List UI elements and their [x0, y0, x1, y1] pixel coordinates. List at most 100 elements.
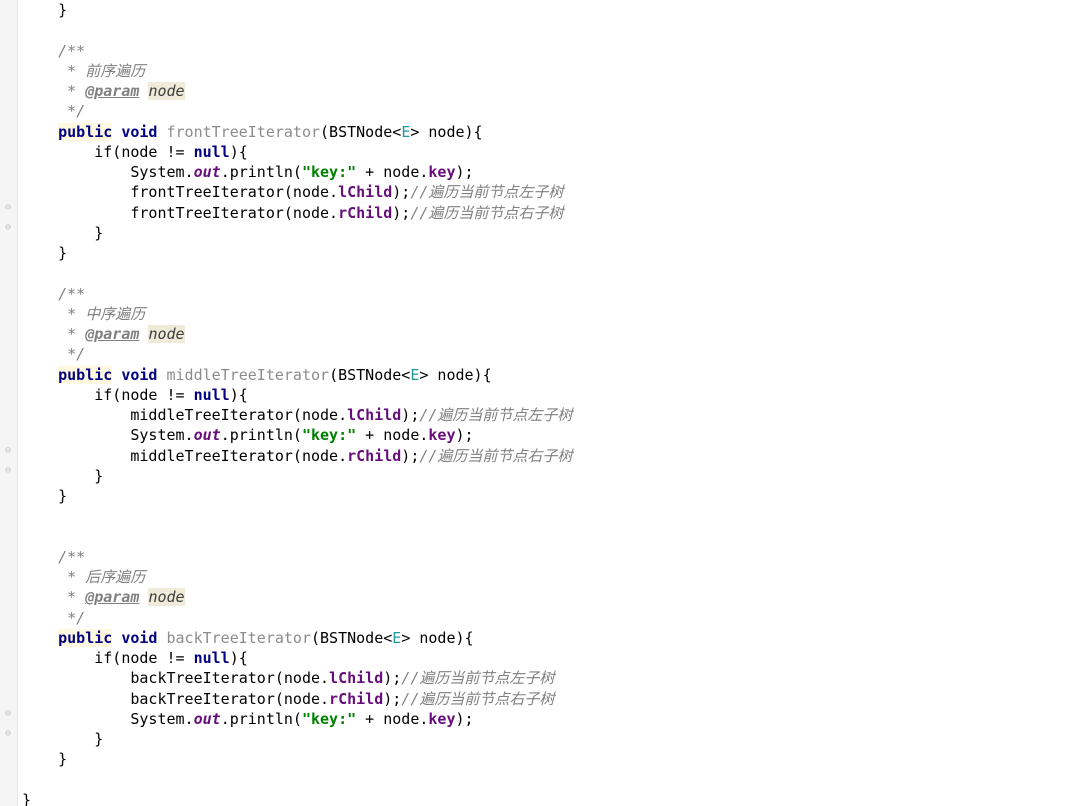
code-text: .println(: [221, 710, 302, 728]
field-rchild: rChild: [338, 204, 392, 222]
code-text: (BSTNode<: [329, 366, 410, 384]
code-text: );: [456, 163, 474, 181]
javadoc-param-name: node: [148, 588, 184, 606]
code-text: middleTreeIterator(node.: [22, 406, 347, 424]
code-text: .println(: [221, 163, 302, 181]
javadoc-param-tag: @param: [85, 325, 139, 343]
code-text: backTreeIterator(node.: [22, 669, 329, 687]
code-text: }: [22, 487, 67, 505]
code-text: frontTreeIterator(node.: [22, 204, 338, 222]
generic-type: E: [401, 123, 410, 141]
field-out: out: [194, 426, 221, 444]
field-out: out: [194, 163, 221, 181]
fold-icon[interactable]: ⊖: [3, 203, 13, 213]
code-editor[interactable]: } /** * 前序遍历 * @param node */ public voi…: [18, 0, 1080, 806]
editor-gutter: ⊖ ⊖ ⊖ ⊖ ⊖ ⊖: [0, 0, 18, 806]
keyword-void: void: [121, 366, 157, 384]
line-comment: //遍历当前节点左子树: [419, 406, 572, 424]
fold-icon[interactable]: ⊖: [3, 446, 13, 456]
javadoc-close: */: [22, 609, 85, 627]
javadoc-prefix: *: [22, 325, 85, 343]
fold-icon[interactable]: ⊖: [3, 466, 13, 476]
code-text: middleTreeIterator(node.: [22, 447, 347, 465]
line-comment: //遍历当前节点右子树: [401, 690, 554, 708]
keyword-void: void: [121, 123, 157, 141]
method-name: middleTreeIterator: [167, 366, 330, 384]
line-comment: //遍历当前节点右子树: [419, 447, 572, 465]
code-content: } /** * 前序遍历 * @param node */ public voi…: [22, 0, 1080, 806]
javadoc-desc: * 中序遍历: [22, 305, 145, 323]
line-comment: //遍历当前节点左子树: [410, 183, 563, 201]
code-text: );: [383, 669, 401, 687]
field-key: key: [428, 163, 455, 181]
code-text: (BSTNode<: [320, 123, 401, 141]
code-text: );: [383, 690, 401, 708]
code-line: }: [22, 1, 67, 19]
code-text: }: [22, 791, 31, 806]
keyword-public: public: [58, 366, 112, 384]
code-text: }: [22, 467, 103, 485]
code-text: System.: [22, 163, 194, 181]
keyword-null: null: [194, 649, 230, 667]
keyword-null: null: [194, 143, 230, 161]
code-text: + node.: [356, 163, 428, 181]
code-text: System.: [22, 710, 194, 728]
field-key: key: [428, 710, 455, 728]
line-comment: //遍历当前节点左子树: [401, 669, 554, 687]
javadoc-prefix: *: [22, 82, 85, 100]
code-text: );: [392, 204, 410, 222]
code-text: );: [401, 447, 419, 465]
field-key: key: [428, 426, 455, 444]
fold-icon[interactable]: ⊖: [3, 223, 13, 233]
fold-icon[interactable]: ⊖: [3, 729, 13, 739]
code-text: }: [22, 730, 103, 748]
keyword-null: null: [194, 386, 230, 404]
line-comment: //遍历当前节点右子树: [410, 204, 563, 222]
javadoc-param-tag: @param: [85, 588, 139, 606]
javadoc-desc: * 后序遍历: [22, 568, 145, 586]
code-text: + node.: [356, 710, 428, 728]
code-text: );: [401, 406, 419, 424]
javadoc-open: /**: [22, 548, 85, 566]
string-literal: "key:": [302, 426, 356, 444]
keyword-void: void: [121, 629, 157, 647]
javadoc-param-name: node: [148, 325, 184, 343]
javadoc-param-name: node: [148, 82, 184, 100]
code-text: }: [22, 244, 67, 262]
field-rchild: rChild: [347, 447, 401, 465]
code-text: (BSTNode<: [311, 629, 392, 647]
code-text: }: [22, 224, 103, 242]
code-text: );: [456, 710, 474, 728]
code-text: if(node !=: [22, 649, 194, 667]
field-lchild: lChild: [329, 669, 383, 687]
code-text: > node){: [419, 366, 491, 384]
method-name: frontTreeIterator: [167, 123, 321, 141]
fold-icon[interactable]: ⊖: [3, 709, 13, 719]
code-text: frontTreeIterator(node.: [22, 183, 338, 201]
code-text: > node){: [401, 629, 473, 647]
code-text: > node){: [410, 123, 482, 141]
field-rchild: rChild: [329, 690, 383, 708]
code-text: backTreeIterator(node.: [22, 690, 329, 708]
field-out: out: [194, 710, 221, 728]
javadoc-desc: * 前序遍历: [22, 62, 145, 80]
code-text: ){: [230, 649, 248, 667]
string-literal: "key:": [302, 710, 356, 728]
code-text: System.: [22, 426, 194, 444]
keyword-public: public: [58, 629, 112, 647]
code-text: ){: [230, 386, 248, 404]
code-text: .println(: [221, 426, 302, 444]
javadoc-param-tag: @param: [85, 82, 139, 100]
code-text: if(node !=: [22, 143, 194, 161]
javadoc-prefix: *: [22, 588, 85, 606]
field-lchild: lChild: [347, 406, 401, 424]
code-text: if(node !=: [22, 386, 194, 404]
javadoc-close: */: [22, 102, 85, 120]
code-text: + node.: [356, 426, 428, 444]
javadoc-open: /**: [22, 285, 85, 303]
javadoc-close: */: [22, 345, 85, 363]
code-text: }: [22, 750, 67, 768]
string-literal: "key:": [302, 163, 356, 181]
code-text: ){: [230, 143, 248, 161]
method-name: backTreeIterator: [167, 629, 312, 647]
